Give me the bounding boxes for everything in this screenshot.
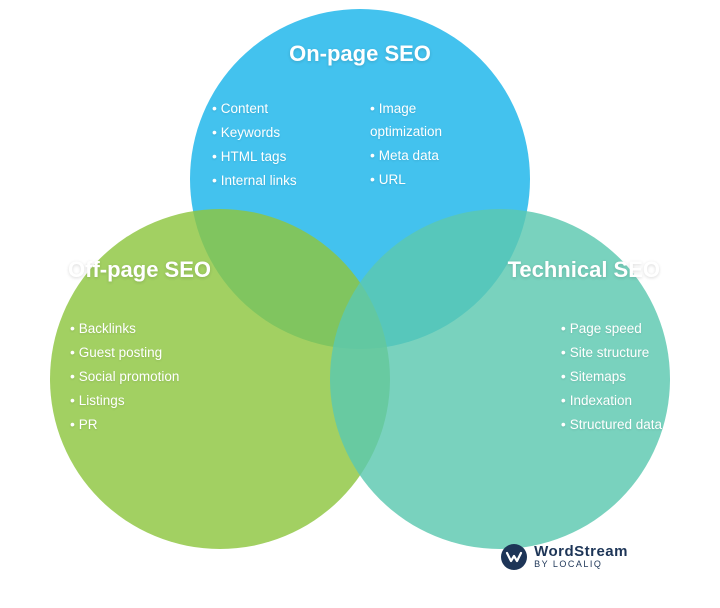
wordstream-text: WordStream by LOCALIQ: [534, 544, 628, 570]
wordstream-logo: WordStream by LOCALIQ: [500, 543, 628, 571]
list-item: Sitemaps: [561, 365, 662, 389]
list-item: Internal links: [212, 169, 297, 193]
wordstream-sub: by LOCALIQ: [534, 560, 628, 570]
technical-seo-items: Page speed Site structure Sitemaps Index…: [561, 317, 662, 437]
list-item: Page speed: [561, 317, 662, 341]
list-item: Site structure: [561, 341, 662, 365]
list-item: Imageoptimization: [370, 97, 442, 144]
on-page-seo-label: On-page SEO: [289, 41, 431, 67]
wordstream-icon: [500, 543, 528, 571]
off-page-items: Backlinks Guest posting Social promotion…: [70, 317, 179, 437]
list-item: PR: [70, 413, 179, 437]
list-item: Indexation: [561, 389, 662, 413]
on-page-items-right: Imageoptimization Meta data URL: [370, 97, 442, 192]
list-item: HTML tags: [212, 145, 297, 169]
wordstream-name: WordStream: [534, 544, 628, 561]
list-item: URL: [370, 168, 442, 192]
list-item: Guest posting: [70, 341, 179, 365]
list-item: Meta data: [370, 144, 442, 168]
venn-diagram: On-page SEO Off-page SEO Technical SEO C…: [20, 9, 700, 599]
list-item: Keywords: [212, 121, 297, 145]
list-item: Social promotion: [70, 365, 179, 389]
list-item: Backlinks: [70, 317, 179, 341]
on-page-items-left: Content Keywords HTML tags Internal link…: [212, 97, 297, 193]
list-item: Structured data: [561, 413, 662, 437]
list-item: Listings: [70, 389, 179, 413]
technical-seo-label: Technical SEO: [508, 257, 660, 283]
list-item: Content: [212, 97, 297, 121]
off-page-seo-label: Off-page SEO: [68, 257, 211, 283]
